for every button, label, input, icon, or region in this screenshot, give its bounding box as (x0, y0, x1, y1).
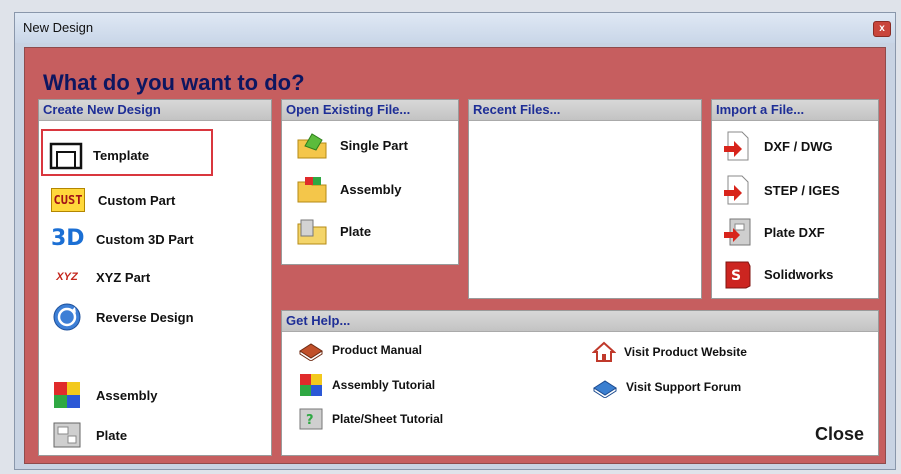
assembly-tutorial-label: Assembly Tutorial (332, 378, 436, 392)
import-solidworks-label: Solidworks (764, 266, 834, 282)
import-arrow-icon (724, 131, 749, 161)
new-assembly-button[interactable]: Assembly (52, 380, 157, 410)
open-assembly-label: Assembly (340, 181, 402, 197)
import-file-header: Import a File... (712, 100, 878, 121)
svg-text:?: ? (306, 413, 314, 428)
create-new-design-header: Create New Design (39, 100, 271, 121)
custom-part-button[interactable]: CUST Custom Part (51, 188, 175, 212)
template-icon (49, 142, 83, 170)
visit-support-forum-label: Visit Support Forum (626, 380, 742, 394)
reverse-design-button[interactable]: Reverse Design (52, 302, 194, 332)
reverse-icon (53, 303, 81, 331)
main-panel: What do you want to do? Create New Desig… (24, 47, 886, 464)
home-icon (592, 341, 616, 362)
window-close-icon[interactable]: x (873, 21, 891, 37)
import-file-panel: Import a File... DXF / DWG STEP / IGES P… (711, 99, 879, 299)
import-dxf-dwg-button[interactable]: DXF / DWG (722, 130, 833, 162)
new-design-dialog: New Design x What do you want to do? Cre… (14, 12, 896, 470)
visit-product-website-link[interactable]: Visit Product Website (592, 341, 747, 363)
import-dxf-dwg-label: DXF / DWG (764, 138, 833, 154)
import-step-iges-button[interactable]: STEP / IGES (722, 174, 840, 206)
page-title: What do you want to do? (43, 70, 305, 95)
3d-icon: 3D (51, 226, 85, 251)
plate-tutorial-icon: ? (299, 408, 323, 430)
open-single-part-label: Single Part (340, 137, 408, 153)
cust-icon: CUST (51, 188, 85, 212)
product-manual-link[interactable]: Product Manual (298, 339, 422, 361)
plate-sheet-tutorial-link[interactable]: ? Plate/Sheet Tutorial (298, 406, 443, 432)
create-new-design-panel: Create New Design Template CUST Custom P… (38, 99, 272, 456)
assembly-tutorial-link[interactable]: Assembly Tutorial (298, 372, 435, 398)
title-bar[interactable]: New Design x (15, 13, 895, 43)
custom-3d-part-button[interactable]: 3D Custom 3D Part (51, 227, 194, 251)
open-plate-label: Plate (340, 223, 372, 239)
template-button[interactable]: Template (47, 140, 149, 170)
custom-3d-part-label: Custom 3D Part (96, 231, 194, 247)
get-help-panel: Get Help... Product Manual Assembly Tuto… (281, 310, 879, 456)
get-help-header: Get Help... (282, 311, 878, 332)
visit-product-website-label: Visit Product Website (624, 345, 747, 359)
xyz-part-label: XYZ Part (96, 269, 151, 285)
new-plate-label: Plate (96, 427, 128, 443)
solidworks-icon: S (725, 261, 751, 289)
custom-part-label: Custom Part (98, 192, 176, 208)
visit-support-forum-link[interactable]: Visit Support Forum (592, 376, 741, 398)
plate-folder-icon (297, 219, 327, 245)
template-label: Template (93, 147, 150, 163)
xyz-part-button[interactable]: XYZ XYZ Part (51, 267, 150, 287)
book-icon (299, 343, 323, 361)
window-title: New Design (23, 20, 94, 35)
xyz-icon: XYZ (56, 271, 78, 283)
open-existing-file-header: Open Existing File... (282, 100, 458, 121)
plate-dxf-icon (724, 218, 751, 246)
assembly-icon (54, 382, 80, 408)
new-assembly-label: Assembly (96, 387, 158, 403)
product-manual-label: Product Manual (332, 343, 423, 357)
open-single-part-button[interactable]: Single Part (296, 130, 408, 160)
svg-text:S: S (731, 268, 741, 284)
reverse-design-label: Reverse Design (96, 309, 194, 325)
new-plate-button[interactable]: Plate (52, 420, 127, 450)
open-existing-file-panel: Open Existing File... Single Part Assemb… (281, 99, 459, 265)
import-step-iges-label: STEP / IGES (764, 182, 840, 198)
recent-files-header: Recent Files... (469, 100, 701, 121)
import-plate-dxf-button[interactable]: Plate DXF (722, 216, 825, 248)
plate-sheet-tutorial-label: Plate/Sheet Tutorial (332, 412, 444, 426)
open-assembly-button[interactable]: Assembly (296, 174, 401, 204)
import-solidworks-button[interactable]: S Solidworks (722, 258, 833, 290)
import-plate-dxf-label: Plate DXF (764, 224, 825, 240)
assembly-folder-icon (297, 177, 327, 203)
forum-icon (593, 380, 617, 398)
close-button[interactable]: Close (815, 424, 864, 445)
assembly-tutorial-icon (300, 374, 322, 396)
plate-icon (53, 422, 81, 448)
open-plate-button[interactable]: Plate (296, 216, 371, 246)
recent-files-panel: Recent Files... (468, 99, 702, 299)
single-part-icon (297, 133, 327, 159)
import-arrow-icon (724, 175, 749, 205)
